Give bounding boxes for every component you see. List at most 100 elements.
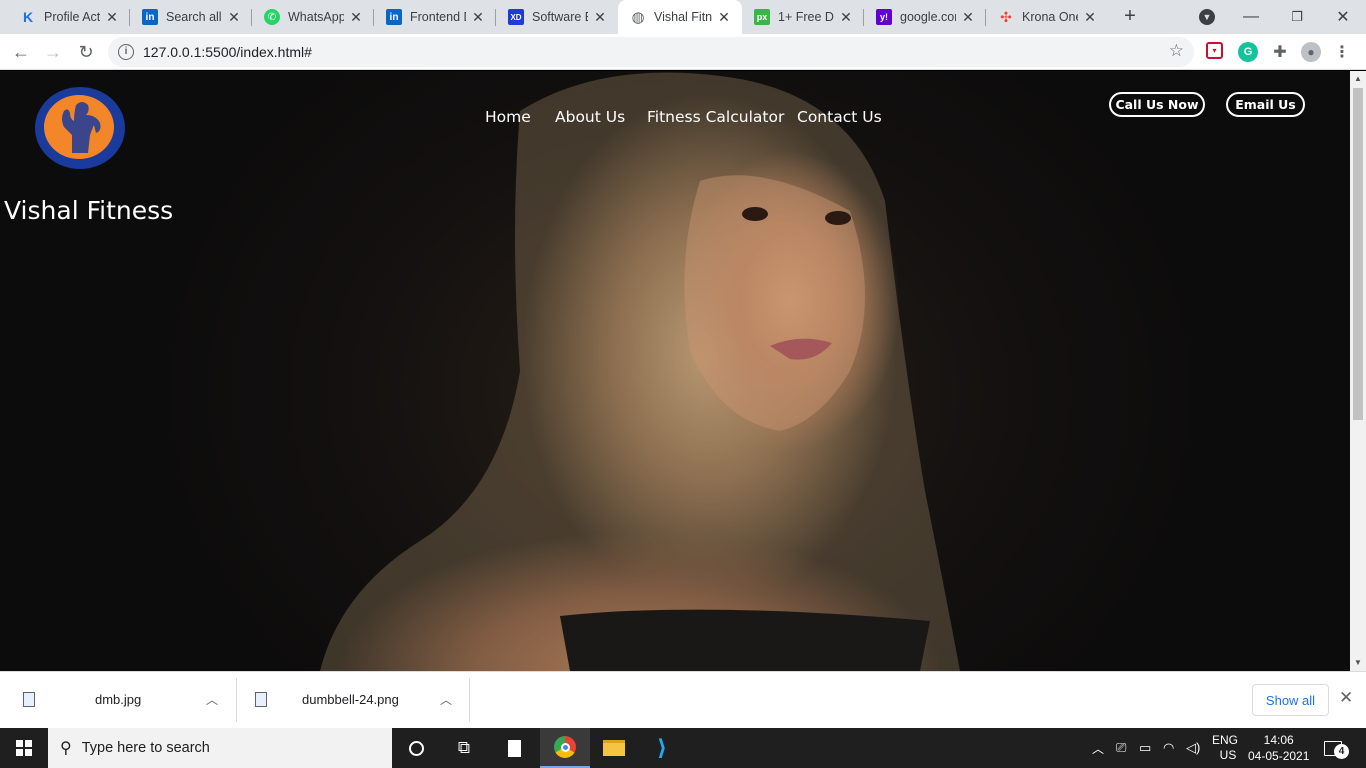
tab-frontend[interactable]: in Frontend D ✕ (374, 0, 496, 34)
tab-search-jobs[interactable]: in Search all J ✕ (130, 0, 252, 34)
notification-count-badge: 4 (1334, 744, 1349, 759)
tab-title: Frontend D (410, 10, 466, 24)
info-icon[interactable]: i (118, 44, 134, 60)
tab-software[interactable]: XD Software E ✕ (496, 0, 618, 34)
volume-icon[interactable]: ◁) (1186, 728, 1200, 768)
tab-profile[interactable]: K Profile Acti ✕ (8, 0, 130, 34)
tab-free-du[interactable]: px 1+ Free Du ✕ (742, 0, 864, 34)
profile-avatar[interactable]: ● (1301, 42, 1321, 62)
downloads-bar: dmb.jpg ︿ dumbbell-24.png ︿ Show all ✕ (0, 671, 1366, 728)
vscode-icon[interactable]: ⟩ (638, 728, 686, 768)
show-all-button[interactable]: Show all (1252, 684, 1329, 716)
nav-about-us[interactable]: About Us (555, 108, 625, 126)
page-scrollbar[interactable]: ▲ ▼ (1350, 71, 1366, 671)
start-button[interactable] (0, 728, 48, 768)
reload-icon[interactable]: ↻ (74, 40, 98, 64)
whatsapp-icon: ✆ (264, 9, 280, 25)
forward-icon[interactable]: → (41, 40, 65, 64)
menu-kebab-icon[interactable]: ⋮ (1332, 42, 1352, 62)
file-explorer-icon[interactable] (590, 728, 638, 768)
clock-date: 04-05-2021 (1248, 749, 1310, 763)
language-code: ENG (1212, 733, 1239, 747)
notification-center-icon[interactable]: 4 (1324, 728, 1349, 768)
bookmark-star-icon[interactable]: ☆ (1169, 41, 1184, 61)
kite-icon: K (22, 9, 34, 25)
scroll-up-icon[interactable]: ▲ (1350, 71, 1366, 87)
clock-time: 14:06 (1263, 733, 1294, 747)
tab-title: google.com (900, 10, 956, 24)
browser-toolbar: ← → ↻ i 127.0.0.1:5500/index.html# ☆ ▾ G… (0, 34, 1366, 70)
search-placeholder: Type here to search (81, 740, 210, 756)
extensions-puzzle-icon[interactable]: ✚ (1270, 42, 1290, 62)
close-icon[interactable]: ✕ (104, 9, 120, 26)
brand-name: Vishal Fitness (4, 196, 174, 225)
tab-title: Search all J (166, 10, 222, 24)
linkedin-icon: in (386, 9, 402, 25)
search-icon: ⚲ (60, 740, 72, 757)
chevron-up-icon[interactable]: ︿ (206, 691, 218, 708)
back-icon[interactable]: ← (9, 40, 33, 64)
show-hidden-icons[interactable]: ︿ (1092, 728, 1104, 768)
tab-krona-one[interactable]: ✣ Krona One ✕ (986, 0, 1108, 34)
nav-fitness-calculator[interactable]: Fitness Calculator (647, 108, 784, 126)
hero-background-photo (320, 72, 960, 671)
minimize-icon[interactable]: — (1228, 0, 1274, 34)
linkedin-icon: in (142, 9, 158, 25)
tab-whatsapp[interactable]: ✆ WhatsApp ✕ (252, 0, 374, 34)
close-icon[interactable]: ✕ (960, 9, 976, 26)
tab-title: WhatsApp (288, 10, 344, 24)
scroll-down-icon[interactable]: ▼ (1350, 655, 1366, 671)
close-icon[interactable]: ✕ (226, 9, 242, 26)
language-indicator[interactable]: ENG US (1212, 728, 1238, 768)
email-us-button[interactable]: Email Us (1226, 92, 1305, 117)
battery-icon[interactable]: ▭ (1139, 728, 1151, 768)
cortana-icon[interactable] (392, 728, 440, 768)
url-text[interactable]: 127.0.0.1:5500/index.html# (143, 44, 312, 60)
px-icon: px (754, 9, 770, 25)
pocket-icon[interactable]: ▾ (1206, 42, 1223, 59)
yahoo-icon: y! (876, 9, 892, 25)
close-icon[interactable]: ✕ (592, 9, 608, 26)
chevron-up-icon[interactable]: ︿ (440, 691, 452, 708)
close-icon[interactable]: ✕ (470, 9, 486, 26)
file-icon (255, 692, 267, 707)
close-downloads-icon[interactable]: ✕ (1339, 688, 1353, 708)
chrome-taskbar-icon[interactable] (540, 728, 590, 768)
google-fonts-icon: ✣ (1000, 8, 1012, 25)
task-view-icon[interactable]: ⧉ (440, 728, 488, 768)
globe-icon: ◍ (631, 9, 645, 26)
tab-vishal-fitness[interactable]: ◍ Vishal Fitne ✕ (618, 0, 742, 34)
download-item[interactable]: dumbbell-24.png ︿ (237, 672, 470, 729)
close-icon[interactable]: ✕ (838, 9, 854, 26)
tab-title: 1+ Free Du (778, 10, 834, 24)
clock[interactable]: 14:06 04-05-2021 (1248, 728, 1309, 768)
scrollbar-thumb[interactable] (1353, 88, 1363, 420)
hero-section: Vishal Fitness Home About Us Fitness Cal… (0, 71, 1350, 671)
bodybuilder-icon (62, 102, 101, 153)
window-close-icon[interactable]: ✕ (1320, 0, 1366, 34)
restore-icon[interactable]: ❐ (1274, 0, 1320, 34)
new-tab-icon[interactable]: + (1118, 4, 1142, 28)
file-icon (23, 692, 35, 707)
close-icon[interactable]: ✕ (716, 9, 732, 26)
wifi-icon[interactable]: ◠ (1163, 728, 1174, 768)
tab-title: Profile Acti (44, 10, 100, 24)
nav-home[interactable]: Home (485, 108, 531, 126)
tab-search-icon[interactable]: ▼ (1184, 0, 1230, 34)
grammarly-icon[interactable]: G (1238, 42, 1258, 62)
windows-taskbar: ⚲ Type here to search ⧉ ⟩ ︿ ⎚ ▭ ◠ ◁) ENG… (0, 728, 1366, 768)
site-logo[interactable] (35, 87, 125, 169)
close-icon[interactable]: ✕ (1082, 9, 1098, 26)
call-us-now-button[interactable]: Call Us Now (1109, 92, 1205, 117)
meet-now-icon[interactable]: ⎚ (1116, 728, 1126, 768)
taskbar-search-box[interactable]: ⚲ Type here to search (48, 728, 392, 768)
nav-contact-us[interactable]: Contact Us (797, 108, 882, 126)
address-bar[interactable]: i 127.0.0.1:5500/index.html# ☆ (108, 37, 1194, 67)
notepad-icon[interactable] (490, 728, 538, 768)
tab-title: Software E (532, 10, 588, 24)
download-filename: dmb.jpg (95, 692, 142, 707)
close-icon[interactable]: ✕ (348, 9, 364, 26)
tab-google[interactable]: y! google.com ✕ (864, 0, 986, 34)
tab-title: Vishal Fitne (654, 10, 712, 24)
download-item[interactable]: dmb.jpg ︿ (0, 672, 237, 729)
